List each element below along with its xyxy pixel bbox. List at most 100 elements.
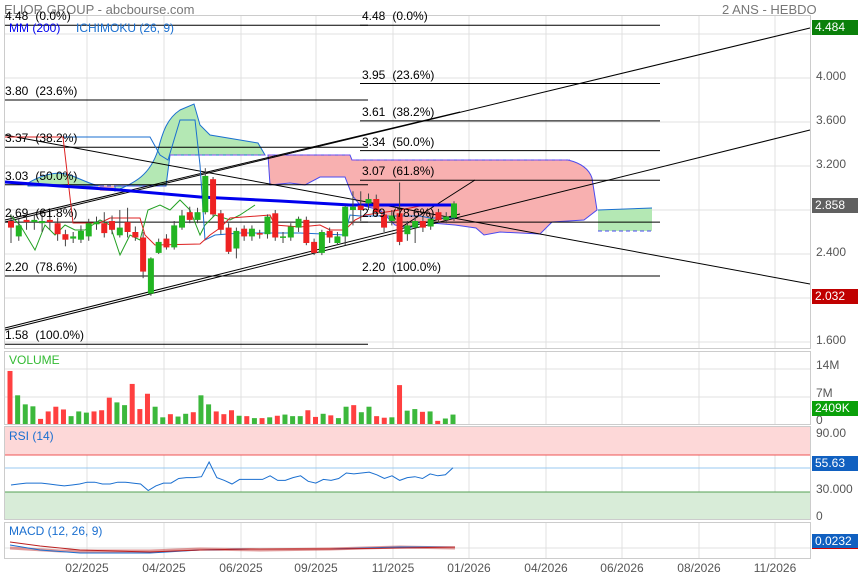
fib-percent: (0.0%) (35, 9, 71, 24)
candle[interactable] (93, 216, 100, 230)
volume-bar[interactable] (442, 418, 448, 425)
volume-bar[interactable] (381, 417, 387, 424)
candle[interactable] (155, 238, 162, 254)
volume-bar[interactable] (221, 414, 227, 424)
candle[interactable] (248, 225, 255, 241)
candle[interactable] (272, 210, 279, 241)
volume-bar[interactable] (106, 397, 112, 424)
volume-bar[interactable] (427, 411, 433, 424)
volume-bar[interactable] (114, 402, 120, 424)
volume-bar[interactable] (99, 410, 105, 424)
time-axis-label: 11/2025 (371, 561, 415, 575)
candle[interactable] (264, 214, 271, 239)
candle-body (85, 223, 92, 237)
volume-bar[interactable] (229, 410, 234, 424)
candle[interactable] (303, 216, 310, 246)
volume-bar[interactable] (76, 411, 82, 424)
volume-bar[interactable] (160, 417, 166, 424)
volume-bar[interactable] (198, 395, 204, 424)
time-axis-label: 09/2025 (294, 561, 338, 575)
volume-bar[interactable] (374, 416, 380, 424)
volume-bar[interactable] (53, 406, 59, 424)
volume-bar[interactable] (206, 404, 212, 424)
candle[interactable] (116, 210, 123, 238)
volume-bar[interactable] (335, 418, 341, 424)
volume-bar[interactable] (190, 412, 196, 424)
candle[interactable] (225, 223, 232, 254)
candle[interactable] (295, 216, 302, 232)
volume-bar[interactable] (7, 370, 13, 424)
volume-bar[interactable] (290, 416, 296, 424)
candle[interactable] (186, 206, 193, 224)
candle[interactable] (280, 232, 287, 243)
volume-bar[interactable] (183, 413, 189, 424)
volume-bar[interactable] (267, 417, 273, 424)
candle[interactable] (124, 207, 131, 238)
volume-bar[interactable] (366, 406, 372, 424)
candle[interactable] (140, 232, 147, 279)
volume-bar[interactable] (450, 414, 456, 424)
candle[interactable] (101, 212, 108, 238)
candle[interactable] (334, 232, 341, 246)
volume-bar[interactable] (236, 415, 242, 424)
chart-canvas[interactable] (0, 0, 860, 580)
volume-bar[interactable] (297, 416, 303, 424)
volume-bar[interactable] (167, 414, 173, 424)
volume-bar[interactable] (274, 415, 280, 424)
rsi-line (10, 460, 454, 492)
volume-bar[interactable] (320, 413, 326, 424)
volume-bar[interactable] (213, 411, 219, 424)
volume-bar[interactable] (175, 416, 181, 424)
volume-bar[interactable] (305, 410, 311, 424)
volume-bar[interactable] (389, 417, 395, 424)
candle[interactable] (171, 221, 178, 250)
volume-bar[interactable] (259, 418, 265, 424)
volume-bar[interactable] (343, 406, 349, 424)
volume-bar[interactable] (15, 395, 21, 424)
volume-bar[interactable] (404, 410, 410, 424)
volume-bar[interactable] (251, 418, 257, 424)
chart-period[interactable]: 2 ANS - HEBDO (722, 2, 817, 17)
candle[interactable] (256, 229, 263, 239)
candle[interactable] (147, 257, 154, 296)
volume-bar[interactable] (412, 409, 418, 424)
volume-bar[interactable] (435, 420, 441, 424)
volume-bar[interactable] (397, 385, 403, 424)
rsi-panel-bg (5, 427, 810, 519)
volume-bar[interactable] (282, 414, 288, 424)
candle-body (217, 213, 224, 230)
volume-bar[interactable] (419, 411, 425, 424)
volume-bar[interactable] (144, 393, 150, 424)
candle[interactable] (202, 168, 209, 215)
candle[interactable] (77, 225, 84, 243)
candle[interactable] (342, 205, 349, 246)
volume-bar[interactable] (38, 418, 44, 424)
volume-bar[interactable] (91, 411, 97, 424)
candle-body (15, 225, 22, 237)
volume-bar[interactable] (358, 412, 364, 424)
candle[interactable] (217, 210, 224, 235)
volume-bar[interactable] (328, 415, 334, 424)
candle[interactable] (62, 229, 69, 247)
candle[interactable] (241, 225, 248, 241)
volume-bar[interactable] (152, 406, 158, 424)
volume-bar[interactable] (45, 411, 51, 424)
candle[interactable] (70, 232, 77, 243)
volume-bar[interactable] (129, 383, 135, 424)
candle-body (116, 227, 123, 236)
volume-bar[interactable] (60, 409, 66, 424)
volume-bar[interactable] (68, 416, 74, 424)
candle[interactable] (178, 210, 185, 230)
volume-bar[interactable] (22, 404, 28, 424)
volume-bar[interactable] (313, 416, 319, 424)
volume-bar[interactable] (122, 405, 128, 424)
volume-bar[interactable] (30, 406, 36, 424)
candle[interactable] (210, 177, 217, 217)
volume-bar[interactable] (137, 409, 143, 424)
candle[interactable] (54, 217, 61, 241)
candle[interactable] (318, 229, 325, 256)
candle-body (70, 236, 77, 239)
volume-bar[interactable] (83, 412, 89, 424)
volume-bar[interactable] (351, 405, 357, 424)
volume-bar[interactable] (244, 416, 250, 424)
